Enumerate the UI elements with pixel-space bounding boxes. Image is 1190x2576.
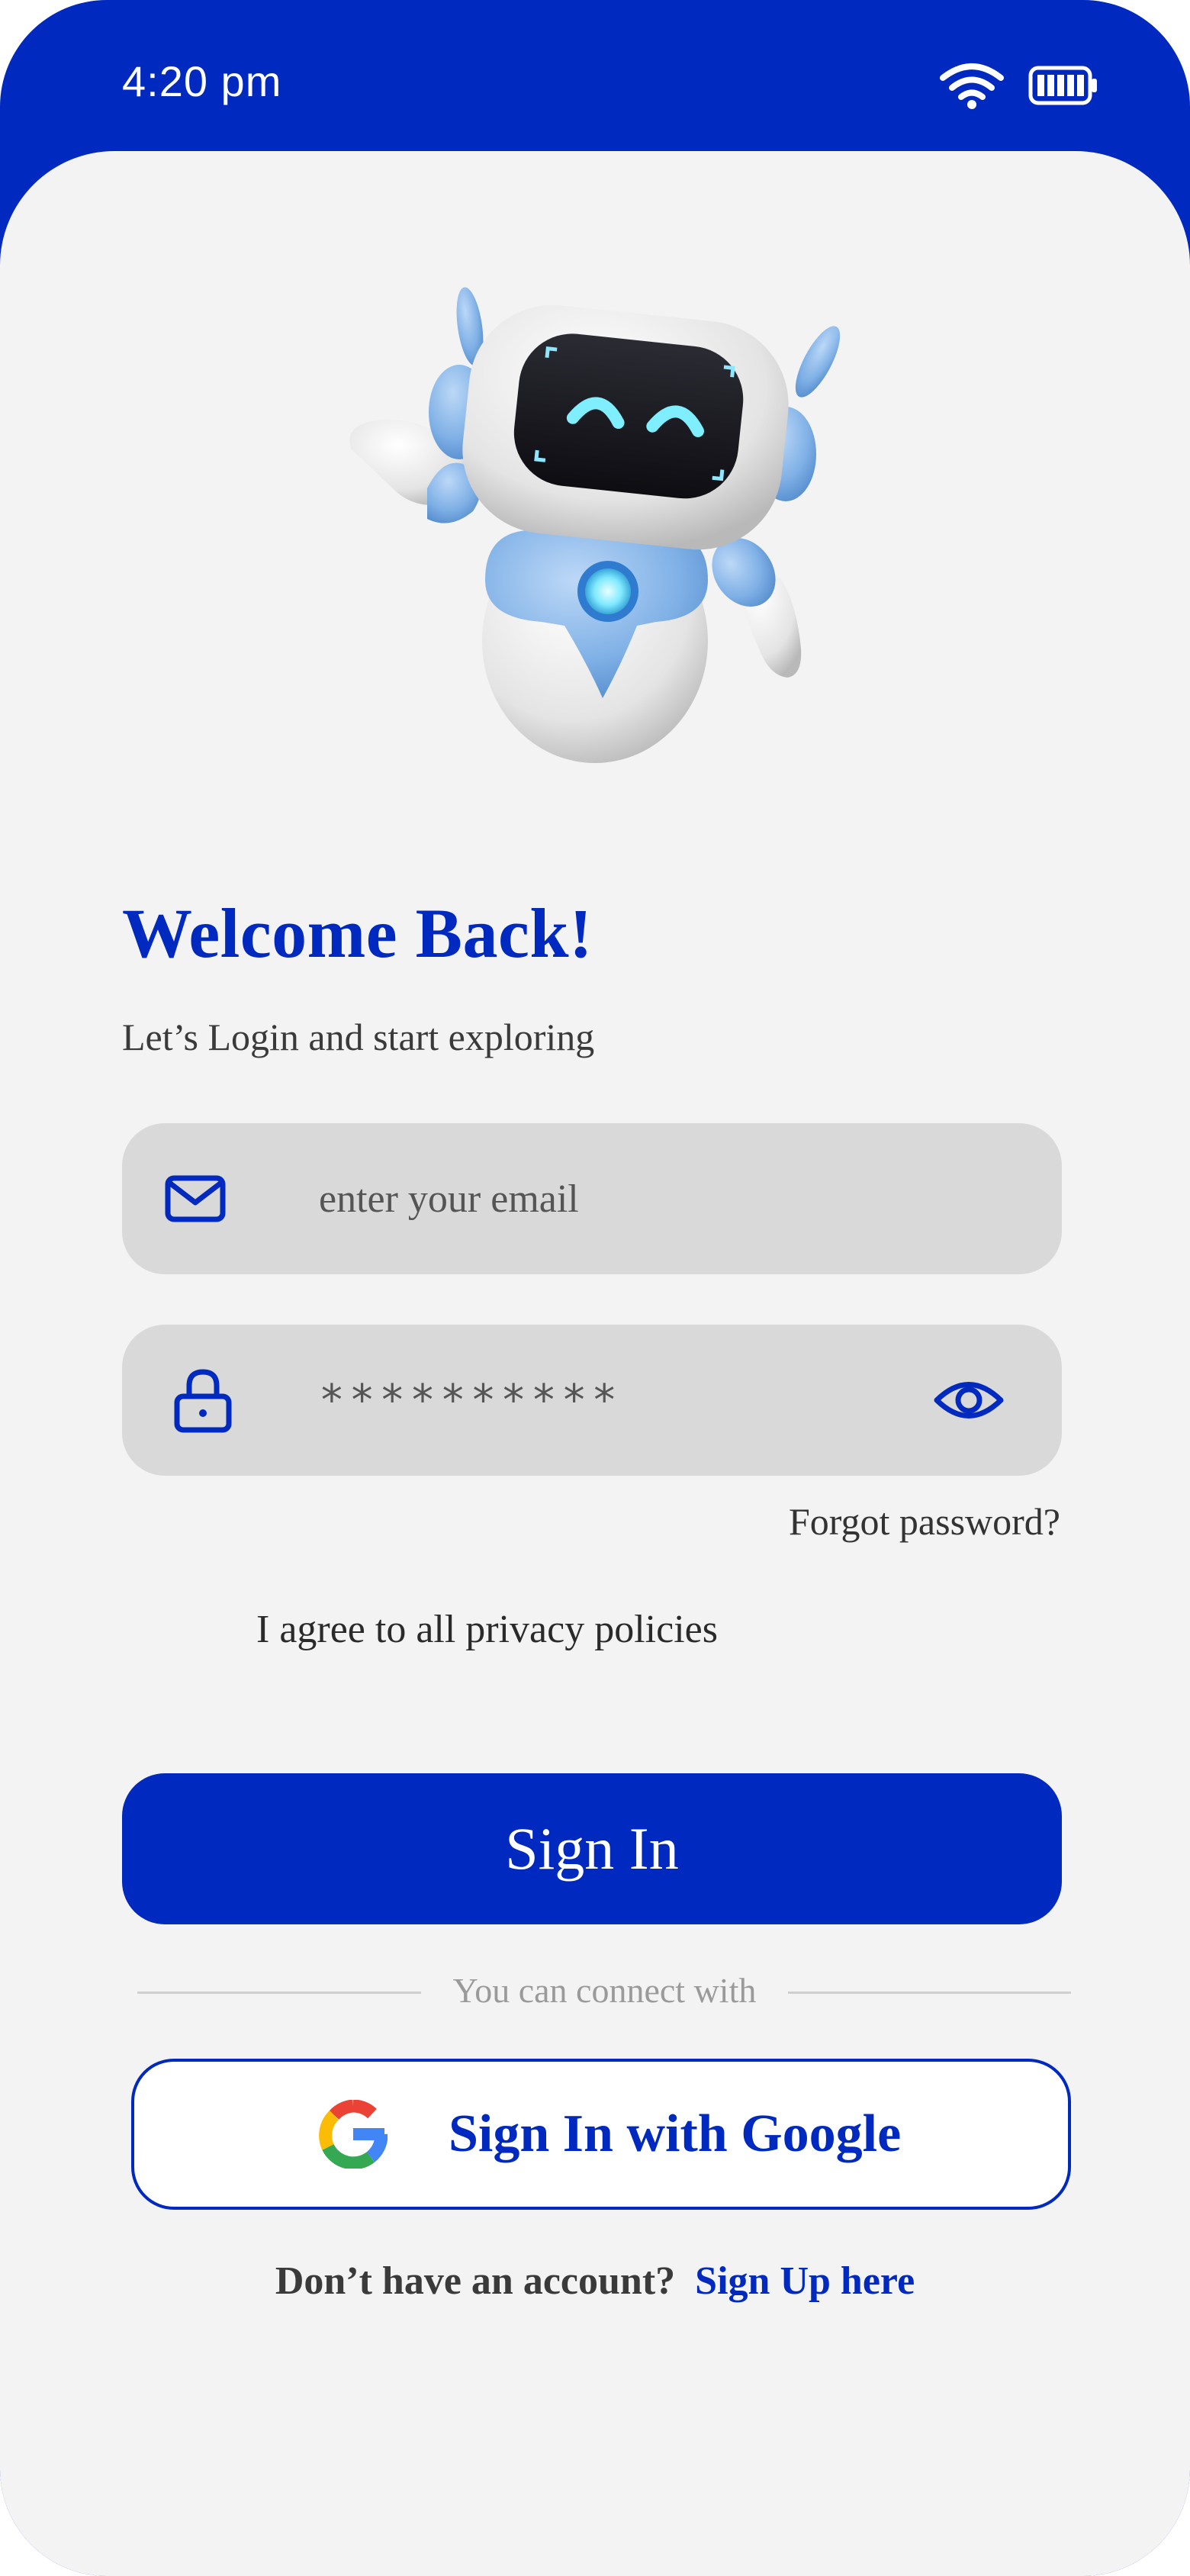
envelope-icon	[165, 1175, 226, 1222]
sign-up-link[interactable]: Sign Up here	[695, 2259, 915, 2303]
page-title: Welcome Back!	[122, 894, 593, 972]
password-field[interactable]	[122, 1325, 1062, 1476]
email-input[interactable]	[319, 1123, 929, 1274]
privacy-agreement-row[interactable]: I agree to all privacy policies	[122, 1606, 718, 1652]
google-logo-icon	[319, 2100, 388, 2169]
privacy-label: I agree to all privacy policies	[256, 1607, 718, 1651]
divider-line-right	[788, 1992, 1071, 1994]
signup-prompt: Don’t have an account?	[275, 2259, 676, 2303]
sign-in-button[interactable]: Sign In	[122, 1773, 1062, 1924]
page-subtitle: Let’s Login and start exploring	[122, 1016, 595, 1058]
robot-illustration	[349, 287, 841, 763]
divider-line-left	[137, 1992, 421, 1994]
email-field[interactable]	[122, 1123, 1062, 1274]
google-sign-in-button[interactable]: Sign In with Google	[131, 2059, 1071, 2210]
eye-icon[interactable]	[934, 1373, 1004, 1427]
google-sign-in-label: Sign In with Google	[449, 2104, 902, 2163]
password-input[interactable]	[319, 1325, 929, 1476]
phone-screen: 4:20 pm Welcome Back! Let’s Login and st…	[0, 0, 1190, 2576]
social-divider: You can connect with	[137, 1964, 1071, 2017]
divider-text: You can connect with	[452, 1971, 757, 2010]
forgot-password-link[interactable]: Forgot password?	[789, 1499, 1060, 1544]
signup-row: Don’t have an account? Sign Up here	[0, 2259, 1190, 2304]
wifi-icon	[940, 63, 1004, 109]
status-time: 4:20 pm	[122, 57, 282, 105]
privacy-checkbox[interactable]	[122, 1606, 206, 1652]
lock-icon	[174, 1369, 232, 1433]
battery-icon	[1028, 66, 1097, 105]
